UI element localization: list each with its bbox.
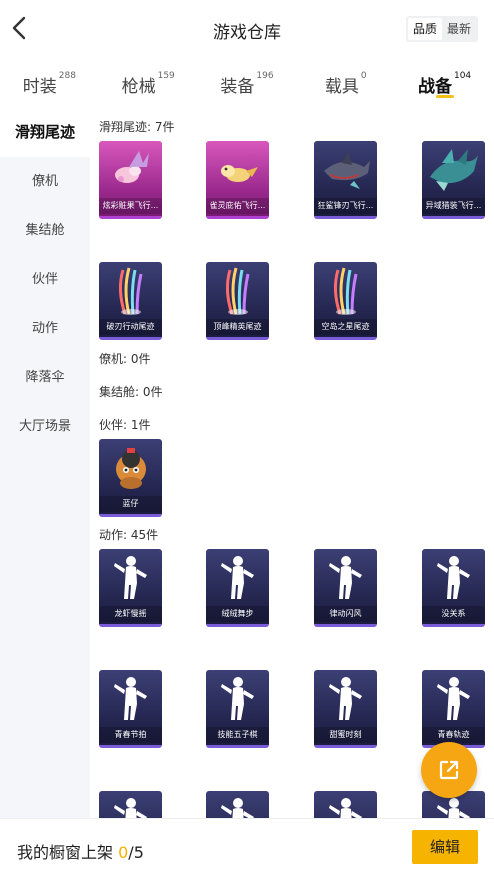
sidebar-item-glide-trail[interactable]: 滑翔尾迹 (0, 108, 90, 157)
item-label: 破刃行动尾迹 (99, 319, 162, 335)
item-card[interactable]: 甜蜜时刻 (314, 670, 377, 748)
item-artwork (99, 670, 162, 726)
tab-count: 288 (58, 71, 76, 82)
item-label: 青春节拍 (99, 727, 162, 743)
item-artwork (422, 549, 485, 605)
item-label: 甜蜜时刻 (314, 727, 377, 743)
item-card[interactable]: 蓝仔 (99, 439, 162, 517)
shelf-status: 我的橱窗上架 0/5 (17, 839, 144, 863)
item-artwork (314, 262, 377, 318)
item-label: 青春轨迹 (422, 727, 485, 743)
item-card[interactable]: 青春节拍 (99, 670, 162, 748)
tab-label: 战备 (417, 77, 452, 97)
item-artwork (314, 141, 377, 197)
item-label: 雀灵庇佑飞行... (206, 198, 269, 214)
item-card[interactable]: 技能五子棋 (206, 670, 269, 748)
item-label: 顶峰精英尾迹 (206, 319, 269, 335)
sort-option-quality[interactable]: 品质 (407, 18, 442, 40)
share-button[interactable] (421, 742, 477, 798)
item-label: 空岛之星尾迹 (314, 319, 377, 335)
tab-label: 载具 (324, 77, 359, 97)
item-card[interactable]: 破刃行动尾迹 (99, 262, 162, 340)
sidebar-item-wingman[interactable]: 僚机 (0, 157, 90, 206)
item-artwork (206, 791, 269, 818)
tab-equipment[interactable]: 装备196 (198, 56, 297, 106)
share-external-icon (439, 760, 459, 780)
item-label: 蓝仔 (99, 496, 162, 512)
header: 游戏仓库 品质 最新 (0, 0, 494, 56)
tab-label: 时装 (22, 77, 57, 97)
tab-vehicles[interactable]: 载具0 (296, 56, 395, 106)
item-card[interactable]: 异域猎装飞行... (422, 141, 485, 219)
shelf-total: /5 (128, 843, 144, 862)
tab-battle-prep[interactable]: 战备104 (395, 56, 494, 106)
sort-toggle: 品质 最新 (405, 16, 478, 42)
shelf-label: 我的橱窗上架 (17, 843, 114, 862)
sidebar-item-emote[interactable]: 动作 (0, 304, 90, 353)
tab-count: 104 (453, 71, 472, 82)
item-artwork (99, 791, 162, 818)
sidebar-item-parachute[interactable]: 降落伞 (0, 353, 90, 402)
tab-label: 装备 (220, 77, 255, 97)
item-label: 龙虾慢摇 (99, 606, 162, 622)
item-artwork (206, 670, 269, 726)
item-label: 狂鲨锋刃飞行... (314, 198, 377, 214)
section-title-partner: 伙伴: 1件 (99, 418, 151, 432)
sidebar-item-partner[interactable]: 伙伴 (0, 255, 90, 304)
item-label: 律动闪风 (314, 606, 377, 622)
item-card[interactable]: 狂鲨锋刃飞行... (314, 141, 377, 219)
sidebar-item-assembly-pod[interactable]: 集结舱 (0, 206, 90, 255)
item-card[interactable]: 青春轨迹 (422, 670, 485, 748)
item-artwork (422, 141, 485, 197)
item-label: 没关系 (422, 606, 485, 622)
item-artwork (206, 141, 269, 197)
item-card[interactable]: 炫彩赃果飞行... (99, 141, 162, 219)
item-artwork (206, 549, 269, 605)
item-card[interactable]: 雀灵庇佑飞行... (206, 141, 269, 219)
item-card[interactable] (206, 791, 269, 818)
section-title-glide-trail: 滑翔尾迹: 7件 (99, 120, 175, 134)
tab-count: 196 (256, 71, 274, 82)
shelf-current-count: 0 (118, 843, 129, 862)
tab-guns[interactable]: 枪械159 (99, 56, 198, 106)
tab-count: 159 (157, 71, 175, 82)
section-title-wingman: 僚机: 0件 (99, 352, 151, 366)
item-card[interactable]: 顶峰精英尾迹 (206, 262, 269, 340)
item-card[interactable]: 空岛之星尾迹 (314, 262, 377, 340)
tab-count: 0 (360, 71, 367, 82)
bottom-bar: 我的橱窗上架 0/5 编辑 (0, 818, 494, 875)
item-card[interactable]: 龙虾慢摇 (99, 549, 162, 627)
tab-fashion[interactable]: 时装288 (0, 56, 99, 106)
item-artwork (314, 670, 377, 726)
item-label: 技能五子棋 (206, 727, 269, 743)
edit-button[interactable]: 编辑 (412, 830, 478, 864)
item-card[interactable] (314, 791, 377, 818)
item-artwork (99, 141, 162, 197)
sidebar: 滑翔尾迹 僚机 集结舱 伙伴 动作 降落伞 大厅场景 (0, 108, 90, 875)
section-title-emote: 动作: 45件 (99, 528, 159, 542)
item-card[interactable]: 没关系 (422, 549, 485, 627)
item-label: 绒绒舞步 (206, 606, 269, 622)
item-card[interactable]: 律动闪风 (314, 549, 377, 627)
sidebar-item-lobby-scene[interactable]: 大厅场景 (0, 402, 90, 451)
item-artwork (99, 262, 162, 318)
item-artwork (99, 439, 162, 495)
section-title-assembly-pod: 集结舱: 0件 (99, 385, 163, 399)
item-artwork (314, 549, 377, 605)
category-tabs: 时装288 枪械159 装备196 载具0 战备104 (0, 56, 494, 106)
tab-active-indicator (435, 95, 454, 98)
tab-label: 枪械 (121, 77, 156, 97)
item-artwork (99, 549, 162, 605)
item-card[interactable]: 绒绒舞步 (206, 549, 269, 627)
item-label: 炫彩赃果飞行... (99, 198, 162, 214)
item-label: 异域猎装飞行... (422, 198, 485, 214)
item-artwork (206, 262, 269, 318)
sort-option-latest[interactable]: 最新 (442, 18, 476, 40)
item-artwork (422, 670, 485, 726)
inventory-content[interactable]: 滑翔尾迹: 7件 僚机: 0件 集结舱: 0件 伙伴: 1件 动作: 45件 炫… (90, 108, 494, 818)
item-card[interactable] (99, 791, 162, 818)
item-artwork (314, 791, 377, 818)
